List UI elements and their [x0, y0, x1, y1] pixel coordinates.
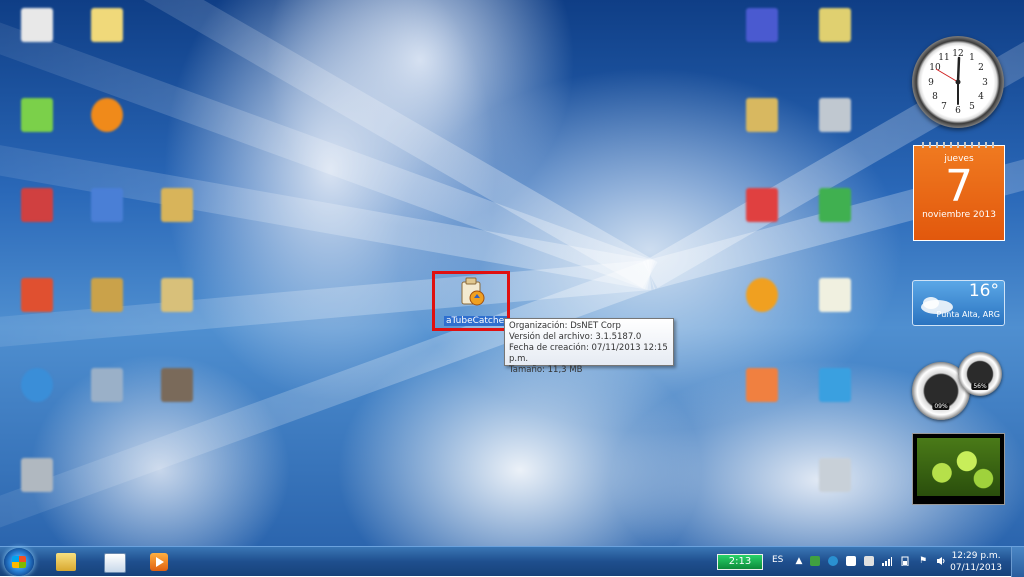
- desktop-icon[interactable]: [800, 272, 870, 342]
- folder-icon: [56, 553, 76, 571]
- svg-text:2: 2: [978, 63, 984, 73]
- selection-highlight-box: [432, 271, 510, 331]
- desktop-icon[interactable]: [727, 182, 797, 252]
- clock-face-icon: 12 12 345 678 91011: [928, 49, 988, 116]
- svg-text:7: 7: [941, 102, 947, 112]
- desktop-icon[interactable]: [727, 272, 797, 342]
- calendar-day: 7: [945, 161, 973, 212]
- weather-temperature: 16°: [968, 281, 999, 301]
- desktop-icon[interactable]: [72, 92, 142, 162]
- show-desktop-button[interactable]: [1011, 547, 1024, 577]
- calendar-gadget[interactable]: jueves 7 noviembre 2013: [913, 142, 1005, 241]
- svg-text:6: 6: [955, 106, 961, 116]
- tooltip-size: Tamaño: 11,3 MB: [509, 365, 583, 375]
- desktop-icon[interactable]: [142, 182, 212, 252]
- desktop-icon[interactable]: [2, 182, 72, 252]
- desktop-icon[interactable]: [72, 272, 142, 342]
- taskbar-media-player-button[interactable]: [138, 549, 182, 575]
- tray-app-icon[interactable]: [828, 556, 838, 566]
- desktop-icon[interactable]: [800, 92, 870, 162]
- cpu-meter-gadget[interactable]: 09% 56%: [912, 352, 1006, 422]
- desktop-icon[interactable]: [2, 92, 72, 162]
- desktop-icon[interactable]: [72, 2, 142, 72]
- action-center-flag-icon[interactable]: ⚑: [918, 556, 928, 566]
- slideshow-picture: [917, 438, 1000, 496]
- desktop-icon[interactable]: [2, 2, 72, 72]
- desktop-icon[interactable]: [727, 92, 797, 162]
- desktop-icon[interactable]: [142, 362, 212, 432]
- tooltip-organization: Organización: DsNET Corp: [509, 321, 621, 331]
- file-info-tooltip: Organización: DsNET Corp Versión del arc…: [504, 318, 674, 375]
- clock-gadget[interactable]: 12 1 2 345 678 9 10 11: [912, 36, 1004, 128]
- calendar-month-year: noviembre 2013: [922, 210, 996, 220]
- svg-text:5: 5: [969, 102, 975, 112]
- media-player-icon: [150, 553, 168, 571]
- desktop-icon[interactable]: [800, 182, 870, 252]
- browser-window-icon: [104, 553, 126, 573]
- language-indicator[interactable]: ES: [772, 555, 783, 565]
- taskbar: 2:13 ES ▲ ⚑ 12:29 p.m. 07/11/2013: [0, 546, 1024, 577]
- weather-location: Punta Alta, ARG: [936, 310, 1000, 319]
- desktop-icon[interactable]: [2, 362, 72, 432]
- desktop-icon[interactable]: [800, 362, 870, 432]
- desktop-icon[interactable]: [727, 362, 797, 432]
- slideshow-gadget[interactable]: [912, 433, 1005, 505]
- svg-text:1: 1: [969, 53, 975, 63]
- svg-text:8: 8: [932, 92, 938, 102]
- tray-app-icon[interactable]: [846, 556, 856, 566]
- desktop-icon[interactable]: [142, 272, 212, 342]
- desktop-icon[interactable]: [2, 272, 72, 342]
- clock-date: 07/11/2013: [950, 563, 1002, 573]
- start-button[interactable]: [4, 548, 34, 576]
- desktop-icon[interactable]: [727, 2, 797, 72]
- tooltip-version: Versión del archivo: 3.1.5187.0: [509, 332, 642, 342]
- svg-text:9: 9: [928, 78, 934, 88]
- desktop-icon[interactable]: [2, 452, 72, 522]
- weather-gadget[interactable]: 16° Punta Alta, ARG: [912, 280, 1005, 326]
- svg-text:11: 11: [938, 53, 949, 63]
- svg-text:4: 4: [978, 92, 984, 102]
- volume-icon[interactable]: [936, 556, 946, 566]
- wifi-signal-icon[interactable]: [882, 556, 892, 566]
- cpu-value: 09%: [932, 403, 950, 410]
- system-clock[interactable]: 12:29 p.m. 07/11/2013: [950, 550, 1002, 574]
- desktop-icon[interactable]: [800, 2, 870, 72]
- desktop-icon[interactable]: [72, 362, 142, 432]
- memory-gauge: 56%: [958, 352, 1002, 396]
- svg-text:3: 3: [982, 78, 988, 88]
- desktop-icon[interactable]: [800, 452, 870, 522]
- desktop[interactable]: aTubeCatcher Organización: DsNET Corp Ve…: [0, 0, 1024, 546]
- svg-text:10: 10: [929, 63, 941, 73]
- tray-app-icon[interactable]: [810, 556, 820, 566]
- taskbar-explorer-button[interactable]: [44, 549, 88, 575]
- taskbar-internet-explorer-button[interactable]: [92, 549, 136, 575]
- desktop-icon[interactable]: [72, 182, 142, 252]
- tray-app-icon[interactable]: [864, 556, 874, 566]
- battery-icon[interactable]: [900, 556, 910, 567]
- tooltip-created: Fecha de creación: 07/11/2013 12:15 p.m.: [509, 343, 668, 364]
- memory-value: 56%: [971, 383, 989, 390]
- clock-time: 12:29 p.m.: [951, 551, 1001, 561]
- tray-expand-icon[interactable]: ▲: [794, 556, 804, 566]
- windows-logo-icon: [12, 556, 26, 568]
- battery-timer[interactable]: 2:13: [717, 554, 763, 570]
